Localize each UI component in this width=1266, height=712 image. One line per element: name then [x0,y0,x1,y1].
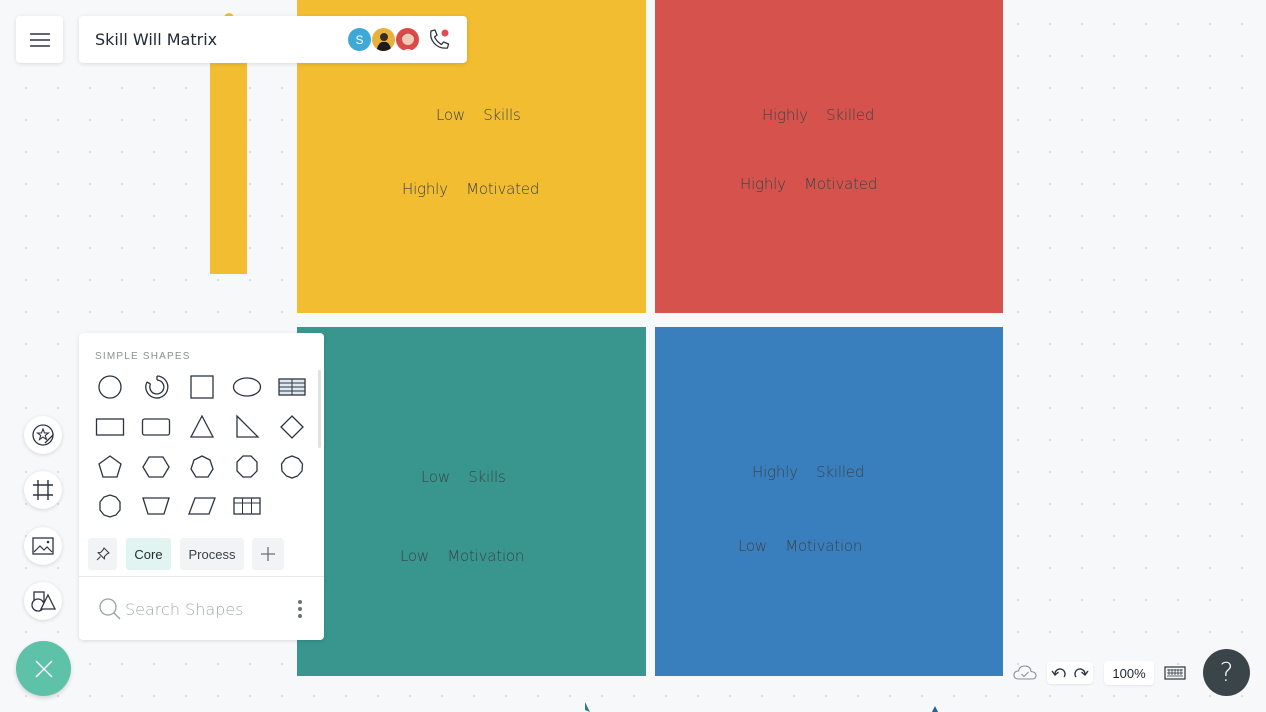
zoom-level[interactable]: 100% [1104,661,1154,685]
person-photo-icon [376,33,392,51]
shape-table-columns[interactable] [231,490,263,522]
shape-octagon[interactable] [231,451,263,483]
shape-right-triangle[interactable] [231,411,263,443]
shapes-button[interactable] [24,582,62,620]
panel-scrollbar[interactable] [318,370,321,448]
divider [79,576,324,577]
person-photo-icon [401,33,415,51]
quadrant-text: Highly Motivated [740,175,878,193]
connector-arrow-tip [585,702,590,712]
avatar[interactable] [395,27,420,52]
redo-icon[interactable] [1073,665,1089,681]
document-title[interactable]: Skill Will Matrix [95,30,217,49]
quadrant-top-right[interactable]: Highly Skilled Highly Motivated [655,0,1003,313]
search-shapes-input[interactable] [125,596,275,622]
shape-rectangle[interactable] [94,411,126,443]
pin-button[interactable] [88,538,117,570]
shape-ellipse[interactable] [231,371,263,403]
quadrant-text: Low Skills [421,468,506,486]
pin-icon [96,547,110,561]
more-options-icon[interactable] [296,599,304,619]
close-icon [35,660,52,677]
hamburger-icon [29,32,50,47]
image-button[interactable] [24,527,62,565]
avatar[interactable] [371,27,396,52]
quadrant-text: Highly Skilled [752,463,865,481]
quadrant-bottom-right[interactable]: Highly Skilled Low Motivation [655,327,1003,676]
image-icon [32,537,54,555]
cloud-saved-icon [1013,665,1037,680]
shape-parallelogram[interactable] [186,490,218,522]
close-panel-button[interactable] [16,641,71,696]
shape-table-rows[interactable] [276,371,308,403]
shape-pentagon[interactable] [94,451,126,483]
search-icon [99,598,121,620]
menu-button[interactable] [16,16,63,63]
shape-hexagon[interactable] [140,451,172,483]
keyboard-shortcuts-icon[interactable] [1164,665,1186,681]
shape-donut[interactable] [140,371,172,403]
help-button[interactable]: ? [1203,649,1250,696]
title-bar: Skill Will Matrix S [79,16,467,63]
shape-heptagon[interactable] [186,451,218,483]
undo-redo-group [1047,662,1093,684]
shapes-icon [31,591,56,612]
shape-triangle[interactable] [186,411,218,443]
section-title: SIMPLE SHAPES [95,351,191,362]
frame-icon [33,480,53,500]
shape-nonagon[interactable] [276,451,308,483]
quadrant-text: Low Motivation [400,547,525,565]
shape-circle[interactable] [94,371,126,403]
quadrant-text: Low Skills [436,106,521,124]
phone-icon[interactable] [426,27,452,53]
sticker-icon [32,424,54,446]
shape-rounded-rectangle[interactable] [140,411,172,443]
quadrant-text: Highly Motivated [402,180,540,198]
frame-button[interactable] [24,471,62,509]
add-library-button[interactable] [252,538,284,570]
avatar[interactable]: S [347,27,372,52]
shape-diamond[interactable] [276,411,308,443]
shape-decagon[interactable] [94,490,126,522]
shape-square[interactable] [186,371,218,403]
undo-icon[interactable] [1051,665,1067,681]
sticker-button[interactable] [24,416,62,454]
connector-arrow-tip [932,706,938,712]
shape-trapezoid[interactable] [140,490,172,522]
shapes-panel: SIMPLE SHAPES Core Process [79,333,324,640]
tab-core[interactable]: Core [126,538,171,570]
plus-icon [261,547,275,561]
quadrant-text: Low Motivation [738,537,863,555]
quadrant-text: Highly Skilled [762,106,875,124]
tab-process[interactable]: Process [180,538,244,570]
quadrant-bottom-left[interactable]: Low Skills Low Motivation [297,327,646,676]
